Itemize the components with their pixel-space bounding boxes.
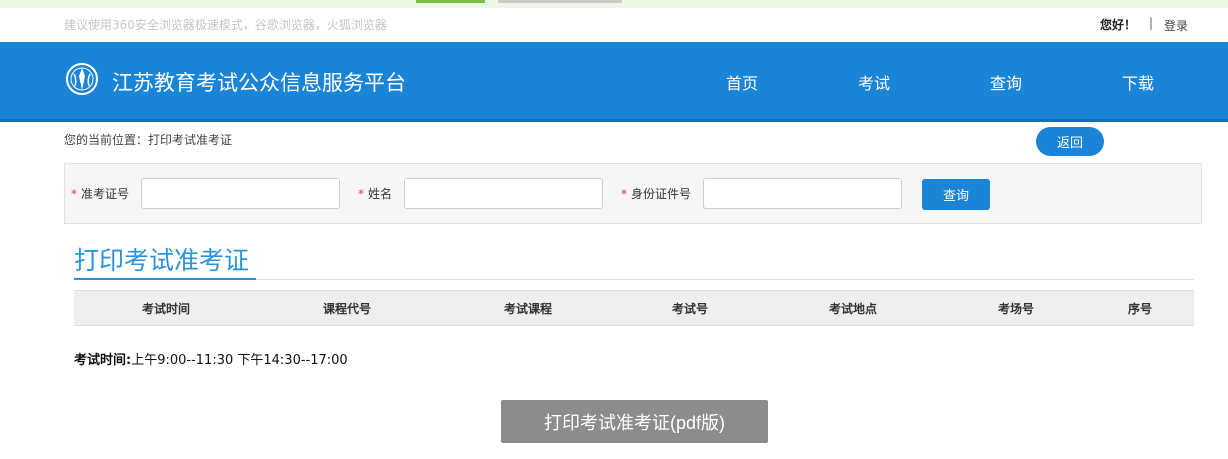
- breadcrumb: 您的当前位置：打印考试准考证: [64, 133, 233, 147]
- id-number-label: * 身份证件号: [621, 185, 691, 202]
- nav-download[interactable]: 下载: [1122, 70, 1154, 94]
- required-mark: *: [71, 187, 77, 201]
- name-input[interactable]: [404, 178, 603, 209]
- site-header: 江苏教育考试公众信息服务平台 首页 考试 查询 下载: [0, 42, 1228, 122]
- query-button[interactable]: 查询: [922, 179, 990, 210]
- admission-table: 考试时间 课程代号 考试课程 考试号 考试地点 考场号 序号: [74, 290, 1194, 326]
- col-seq-number: 序号: [1086, 290, 1194, 326]
- top-bar: 建议使用360安全浏览器极速模式，谷歌浏览器，火狐浏览器 您好！ | 登录: [0, 8, 1228, 43]
- print-admission-pdf-button[interactable]: 打印考试准考证(pdf版): [501, 400, 768, 443]
- top-progress-strip: [0, 0, 1228, 8]
- exam-time-value: 上午9:00--11:30 下午14:30--17:00: [131, 353, 348, 368]
- title-underline: [74, 278, 256, 280]
- browser-tip: 建议使用360安全浏览器极速模式，谷歌浏览器，火狐浏览器: [64, 18, 387, 32]
- nav-home[interactable]: 首页: [726, 70, 758, 94]
- search-form: * 准考证号 * 姓名 * 身份证件号 查询: [64, 163, 1202, 224]
- emblem-icon[interactable]: [65, 62, 99, 96]
- back-button[interactable]: 返回: [1036, 127, 1104, 156]
- exam-time-label: 考试时间:: [74, 353, 132, 368]
- col-exam-time: 考试时间: [74, 290, 258, 326]
- col-exam-number: 考试号: [620, 290, 760, 326]
- admission-number-input[interactable]: [141, 178, 340, 209]
- id-number-input[interactable]: [703, 178, 902, 209]
- col-exam-course: 考试课程: [436, 290, 620, 326]
- required-mark: *: [621, 187, 627, 201]
- admission-number-label-text: 准考证号: [81, 187, 130, 201]
- table-header-row: 考试时间 课程代号 考试课程 考试号 考试地点 考场号 序号: [74, 290, 1194, 326]
- site-title[interactable]: 江苏教育考试公众信息服务平台: [112, 67, 406, 97]
- col-course-code: 课程代号: [258, 290, 436, 326]
- admission-number-label: * 准考证号: [71, 185, 129, 202]
- required-mark: *: [358, 187, 364, 201]
- name-label-text: 姓名: [368, 187, 393, 201]
- id-number-label-text: 身份证件号: [631, 187, 692, 201]
- topbar-separator: |: [1149, 16, 1154, 30]
- nav-query[interactable]: 查询: [990, 70, 1022, 94]
- strip-segment-gray: [498, 0, 622, 3]
- login-link[interactable]: 登录: [1164, 17, 1188, 34]
- strip-segment-green: [416, 0, 485, 3]
- nav-exam[interactable]: 考试: [858, 70, 890, 94]
- col-exam-location: 考试地点: [760, 290, 946, 326]
- name-label: * 姓名: [358, 185, 392, 202]
- col-room-number: 考场号: [946, 290, 1086, 326]
- greeting: 您好！: [1100, 18, 1137, 32]
- exam-time-info: 考试时间:上午9:00--11:30 下午14:30--17:00: [74, 349, 348, 368]
- section-title: 打印考试准考证: [74, 246, 250, 275]
